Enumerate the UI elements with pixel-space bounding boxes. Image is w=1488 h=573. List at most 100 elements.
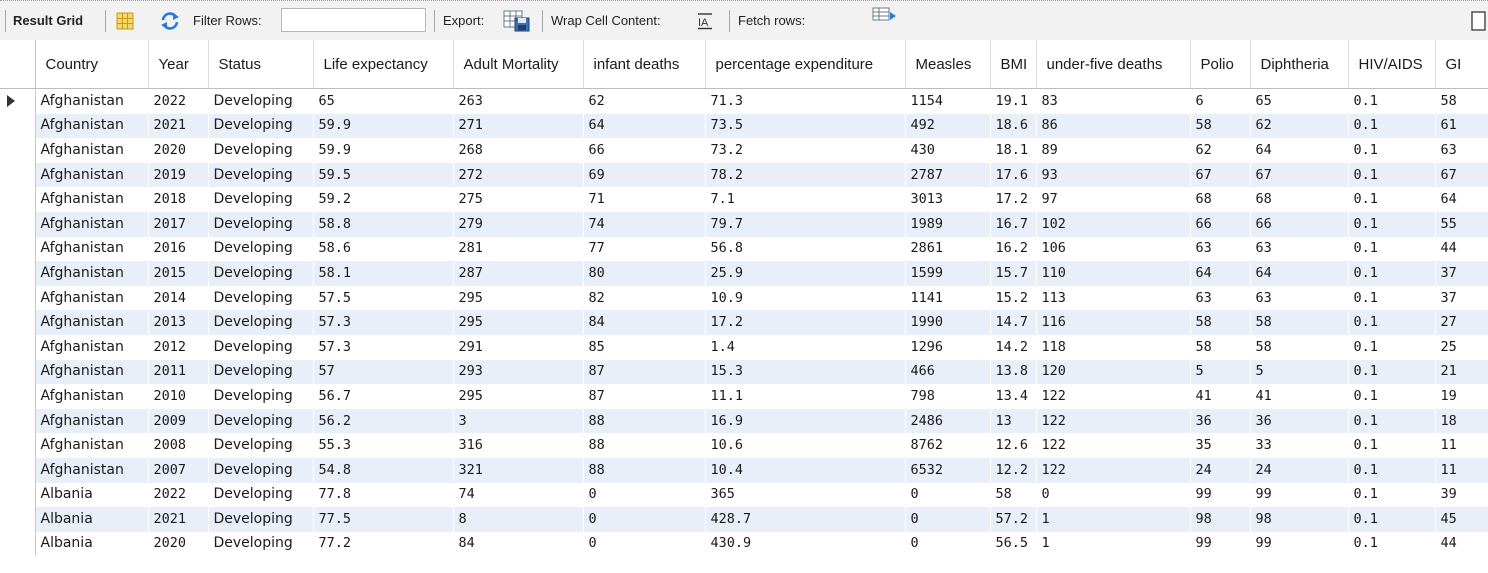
cell-diph[interactable]: 67 bbox=[1250, 162, 1348, 188]
row-header[interactable] bbox=[0, 482, 36, 508]
cell-infant[interactable]: 80 bbox=[583, 261, 705, 286]
cell-diph[interactable]: 5 bbox=[1250, 359, 1348, 385]
cell-adult[interactable]: 295 bbox=[453, 310, 583, 335]
row-header[interactable] bbox=[0, 113, 36, 139]
cell-year[interactable]: 2016 bbox=[148, 237, 208, 262]
cell-country[interactable]: Afghanistan bbox=[35, 335, 148, 360]
cell-gdp[interactable]: 18 bbox=[1435, 408, 1488, 434]
cell-adult[interactable]: 295 bbox=[453, 384, 583, 409]
cell-infant[interactable]: 74 bbox=[583, 211, 705, 237]
cell-polio[interactable]: 99 bbox=[1190, 483, 1250, 508]
cell-gdp[interactable]: 45 bbox=[1435, 507, 1488, 532]
cell-infant[interactable]: 0 bbox=[583, 532, 705, 557]
grid-layout-icon[interactable] bbox=[116, 12, 134, 30]
table-row[interactable]: Afghanistan 2021 Developing 59.9 271 64 73.5 49… bbox=[0, 113, 1488, 139]
cell-gdp[interactable]: 58 bbox=[1435, 89, 1488, 114]
cell-country[interactable]: Afghanistan bbox=[35, 408, 148, 434]
cell-hiv[interactable]: 0.1 bbox=[1348, 237, 1435, 262]
result-grid[interactable]: Country Year Status Life expectancy Adult Mo… bbox=[0, 40, 1488, 573]
cell-diph[interactable]: 98 bbox=[1250, 507, 1348, 532]
cell-hiv[interactable]: 0.1 bbox=[1348, 335, 1435, 360]
cell-u5[interactable]: 83 bbox=[1036, 89, 1190, 114]
cell-infant[interactable]: 84 bbox=[583, 310, 705, 335]
cell-gdp[interactable]: 37 bbox=[1435, 261, 1488, 286]
cell-status[interactable]: Developing bbox=[208, 211, 313, 237]
cell-adult[interactable]: 321 bbox=[453, 457, 583, 483]
cell-hiv[interactable]: 0.1 bbox=[1348, 433, 1435, 458]
cell-infant[interactable]: 88 bbox=[583, 408, 705, 434]
cell-polio[interactable]: 5 bbox=[1190, 359, 1250, 385]
column-header-measles[interactable]: Measles bbox=[905, 40, 991, 89]
cell-bmi[interactable]: 17.2 bbox=[990, 187, 1036, 212]
cell-bmi[interactable]: 12.2 bbox=[990, 457, 1036, 483]
cell-adult[interactable]: 272 bbox=[453, 162, 583, 188]
table-row[interactable]: Afghanistan 2012 Developing 57.3 291 85 1.4 129… bbox=[0, 334, 1488, 360]
cell-life[interactable]: 56.2 bbox=[313, 408, 453, 434]
cell-u5[interactable]: 116 bbox=[1036, 310, 1190, 335]
cell-diph[interactable]: 99 bbox=[1250, 483, 1348, 508]
cell-pct[interactable]: 10.6 bbox=[705, 433, 905, 458]
cell-status[interactable]: Developing bbox=[208, 532, 313, 557]
cell-u5[interactable]: 89 bbox=[1036, 138, 1190, 163]
cell-year[interactable]: 2020 bbox=[148, 138, 208, 163]
cell-country[interactable]: Afghanistan bbox=[35, 286, 148, 311]
cell-life[interactable]: 57 bbox=[313, 359, 453, 385]
cell-bmi[interactable]: 17.6 bbox=[990, 162, 1036, 188]
cell-gdp[interactable]: 39 bbox=[1435, 483, 1488, 508]
cell-diph[interactable]: 65 bbox=[1250, 89, 1348, 114]
cell-adult[interactable]: 287 bbox=[453, 261, 583, 286]
cell-adult[interactable]: 8 bbox=[453, 507, 583, 532]
cell-year[interactable]: 2021 bbox=[148, 113, 208, 139]
cell-measles[interactable]: 0 bbox=[905, 532, 990, 557]
cell-hiv[interactable]: 0.1 bbox=[1348, 384, 1435, 409]
cell-diph[interactable]: 36 bbox=[1250, 408, 1348, 434]
row-header[interactable] bbox=[0, 408, 36, 434]
cell-diph[interactable]: 33 bbox=[1250, 433, 1348, 458]
cell-bmi[interactable]: 18.6 bbox=[990, 113, 1036, 139]
cell-infant[interactable]: 0 bbox=[583, 483, 705, 508]
cell-hiv[interactable]: 0.1 bbox=[1348, 457, 1435, 483]
table-row[interactable]: Afghanistan 2022 Developing 65 263 62 71.3 1154… bbox=[0, 88, 1488, 114]
cell-measles[interactable]: 492 bbox=[905, 113, 990, 139]
row-header[interactable] bbox=[0, 457, 36, 483]
cell-infant[interactable]: 87 bbox=[583, 384, 705, 409]
cell-bmi[interactable]: 57.2 bbox=[990, 507, 1036, 532]
cell-pct[interactable]: 71.3 bbox=[705, 89, 905, 114]
cell-gdp[interactable]: 11 bbox=[1435, 457, 1488, 483]
cell-u5[interactable]: 106 bbox=[1036, 237, 1190, 262]
cell-life[interactable]: 58.6 bbox=[313, 237, 453, 262]
table-row[interactable]: Albania 2020 Developing 77.2 84 0 430.9 0 56.5 1 9… bbox=[0, 531, 1488, 557]
cell-adult[interactable]: 3 bbox=[453, 408, 583, 434]
table-row[interactable]: Afghanistan 2018 Developing 59.2 275 71 7.1 301… bbox=[0, 187, 1488, 212]
cell-hiv[interactable]: 0.1 bbox=[1348, 408, 1435, 434]
row-header[interactable] bbox=[0, 334, 36, 360]
row-header[interactable] bbox=[0, 261, 36, 286]
table-row[interactable]: Afghanistan 2008 Developing 55.3 316 88 10.6 87… bbox=[0, 433, 1488, 458]
cell-status[interactable]: Developing bbox=[208, 433, 313, 458]
cell-pct[interactable]: 17.2 bbox=[705, 310, 905, 335]
cell-infant[interactable]: 71 bbox=[583, 187, 705, 212]
cell-bmi[interactable]: 19.1 bbox=[990, 89, 1036, 114]
cell-bmi[interactable]: 14.2 bbox=[990, 335, 1036, 360]
cell-measles[interactable]: 3013 bbox=[905, 187, 990, 212]
wrap-text-icon[interactable]: IA bbox=[696, 12, 714, 30]
cell-year[interactable]: 2010 bbox=[148, 384, 208, 409]
cell-u5[interactable]: 120 bbox=[1036, 359, 1190, 385]
cell-u5[interactable]: 1 bbox=[1036, 507, 1190, 532]
cell-bmi[interactable]: 16.7 bbox=[990, 211, 1036, 237]
row-header[interactable] bbox=[0, 187, 36, 212]
cell-status[interactable]: Developing bbox=[208, 507, 313, 532]
cell-country[interactable]: Afghanistan bbox=[35, 261, 148, 286]
cell-gdp[interactable]: 44 bbox=[1435, 237, 1488, 262]
cell-measles[interactable]: 2787 bbox=[905, 162, 990, 188]
cell-bmi[interactable]: 12.6 bbox=[990, 433, 1036, 458]
cell-year[interactable]: 2021 bbox=[148, 507, 208, 532]
table-row[interactable]: Afghanistan 2015 Developing 58.1 287 80 25.9 15… bbox=[0, 261, 1488, 286]
cell-pct[interactable]: 73.5 bbox=[705, 113, 905, 139]
cell-adult[interactable]: 291 bbox=[453, 335, 583, 360]
cell-country[interactable]: Afghanistan bbox=[35, 237, 148, 262]
table-row[interactable]: Albania 2022 Developing 77.8 74 0 365 0 58 0 99 99 0… bbox=[0, 482, 1488, 508]
column-header-u5[interactable]: under-five deaths bbox=[1036, 40, 1191, 89]
cell-bmi[interactable]: 15.2 bbox=[990, 286, 1036, 311]
cell-adult[interactable]: 293 bbox=[453, 359, 583, 385]
